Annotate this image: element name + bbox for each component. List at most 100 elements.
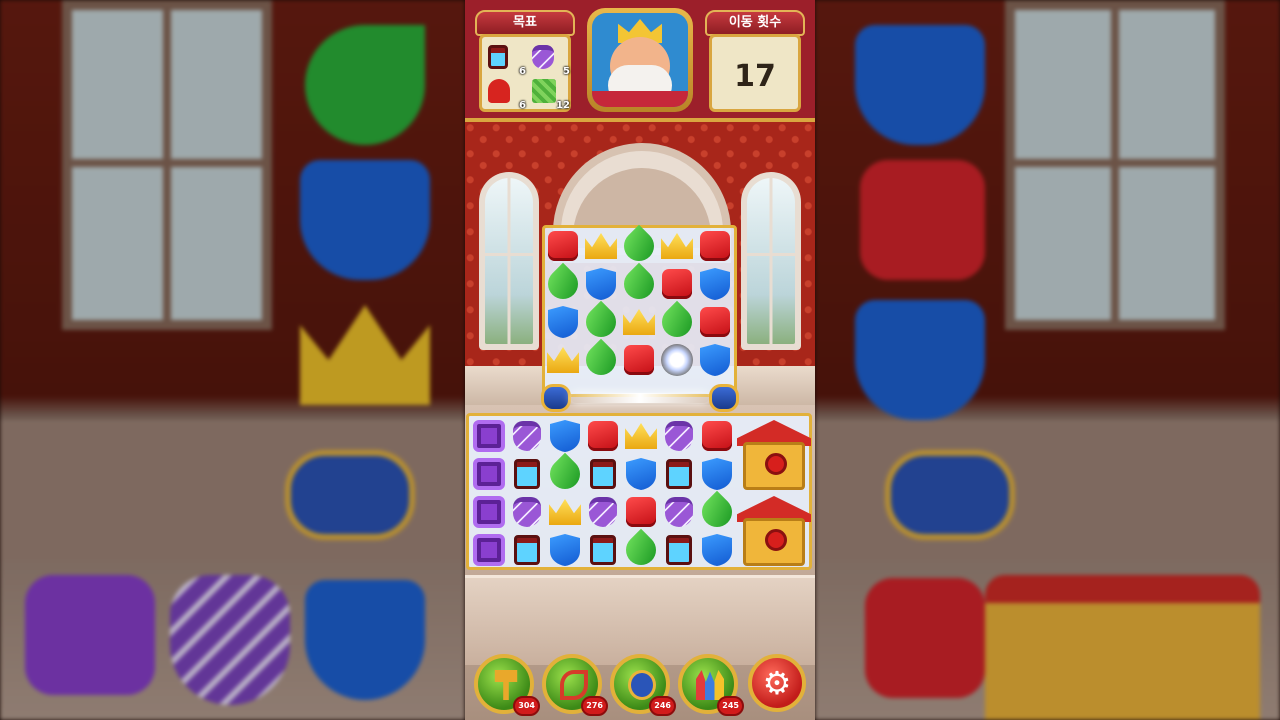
board-tile[interactable] xyxy=(699,456,735,492)
board-tile[interactable] xyxy=(697,342,733,378)
board-tile[interactable] xyxy=(661,456,697,492)
board-tile[interactable] xyxy=(585,494,621,530)
game-viewport: 목표 6 5 6 12 이동 횟수 17 304 276 246 245 ⚙ xyxy=(465,0,815,720)
board-tile[interactable] xyxy=(471,418,507,454)
board-tile[interactable] xyxy=(623,456,659,492)
board-tile[interactable] xyxy=(547,494,583,530)
yellow-crown-piece xyxy=(623,309,655,335)
board-tile[interactable] xyxy=(585,532,621,568)
background-blue-shield xyxy=(855,25,985,145)
board-tile[interactable] xyxy=(697,304,733,340)
lantern-piece xyxy=(514,459,540,489)
lantern-icon xyxy=(488,45,508,69)
moves-count: 17 xyxy=(734,59,776,94)
board-tile[interactable] xyxy=(545,228,581,264)
blue-shield-piece xyxy=(550,420,580,452)
booster-bow-button[interactable]: 276 xyxy=(542,654,608,716)
board-tile[interactable] xyxy=(471,532,507,568)
board-tile[interactable] xyxy=(541,262,585,306)
purple-box-piece xyxy=(473,458,505,490)
board-tile[interactable] xyxy=(579,338,623,382)
king-avatar xyxy=(587,8,693,112)
board-tile[interactable] xyxy=(579,300,623,344)
booster-jester-button[interactable]: 245 xyxy=(678,654,744,716)
green-leaf-piece xyxy=(655,300,699,344)
board-tile[interactable] xyxy=(471,494,507,530)
purple-vase-piece xyxy=(665,497,693,527)
purple-vase-piece xyxy=(665,421,693,451)
background-rocket xyxy=(885,450,1015,540)
yellow-crown-piece xyxy=(585,233,617,259)
board-tile[interactable] xyxy=(621,342,657,378)
background-yellow-crown xyxy=(300,305,430,405)
yellow-crown-piece xyxy=(661,233,693,259)
board-tile[interactable] xyxy=(619,528,663,572)
background-blue-shield xyxy=(305,580,425,700)
board-tile[interactable] xyxy=(617,262,661,306)
board-tile[interactable] xyxy=(699,418,735,454)
green-leaf-piece xyxy=(541,262,585,306)
background-purple-vase xyxy=(170,575,290,705)
bow-arrow-icon xyxy=(560,670,588,700)
red-block-piece xyxy=(700,231,730,261)
purple-box-piece xyxy=(473,534,505,566)
board-tile[interactable] xyxy=(623,418,659,454)
purple-vase-icon xyxy=(532,45,554,69)
board-tile[interactable] xyxy=(661,532,697,568)
purple-vase-piece xyxy=(589,497,617,527)
board-tile[interactable] xyxy=(697,228,733,264)
goal-count: 12 xyxy=(556,100,570,111)
background-blue-shield xyxy=(855,300,985,420)
green-leaf-piece xyxy=(617,262,661,306)
lantern-piece xyxy=(590,535,616,565)
background-red-block xyxy=(865,578,985,698)
green-leaf-piece xyxy=(579,338,623,382)
room-floor-band xyxy=(465,575,815,665)
board-tile[interactable] xyxy=(617,224,661,268)
room-window-right xyxy=(741,172,801,350)
room-window-left xyxy=(479,172,539,350)
board-tile[interactable] xyxy=(509,532,545,568)
board-tile[interactable] xyxy=(699,532,735,568)
board-tile[interactable] xyxy=(547,532,583,568)
board-tile[interactable] xyxy=(661,418,697,454)
red-block-piece xyxy=(624,345,654,375)
board-tile[interactable] xyxy=(545,304,581,340)
board-tile[interactable] xyxy=(659,266,695,302)
blue-shield-piece xyxy=(626,458,656,490)
settings-button[interactable]: ⚙ xyxy=(748,654,806,712)
board-tile[interactable] xyxy=(659,342,695,378)
board-tile[interactable] xyxy=(585,456,621,492)
rocket-booster-blast xyxy=(541,384,739,412)
board-tile[interactable] xyxy=(583,228,619,264)
board-tile[interactable] xyxy=(543,452,587,496)
board-tile[interactable] xyxy=(661,494,697,530)
board-tile[interactable] xyxy=(585,418,621,454)
background-right-blurred xyxy=(815,0,1280,720)
board-tile[interactable] xyxy=(655,300,699,344)
lantern-piece xyxy=(666,535,692,565)
board-tile[interactable] xyxy=(623,494,659,530)
green-leaf-piece xyxy=(695,490,739,534)
board-upper xyxy=(541,224,737,397)
board-tile[interactable] xyxy=(583,266,619,302)
board-tile[interactable] xyxy=(695,490,739,534)
board-lower xyxy=(466,413,812,572)
board-tile[interactable] xyxy=(621,304,657,340)
board-tile[interactable] xyxy=(471,456,507,492)
cannon-icon xyxy=(628,670,656,700)
board-tile[interactable] xyxy=(509,494,545,530)
board-tile[interactable] xyxy=(547,418,583,454)
board-tile[interactable] xyxy=(509,456,545,492)
booster-cannon-button[interactable]: 246 xyxy=(610,654,676,716)
booster-count: 246 xyxy=(649,696,676,716)
board-tile[interactable] xyxy=(659,228,695,264)
goals-box: 6 5 6 12 xyxy=(479,34,571,112)
board-tile[interactable] xyxy=(545,342,581,378)
yellow-crown-piece xyxy=(547,347,579,373)
booster-hammer-button[interactable]: 304 xyxy=(474,654,540,716)
board-tile[interactable] xyxy=(509,418,545,454)
board-tile[interactable] xyxy=(697,266,733,302)
yellow-crown-piece xyxy=(549,499,581,525)
background-window xyxy=(62,0,272,330)
